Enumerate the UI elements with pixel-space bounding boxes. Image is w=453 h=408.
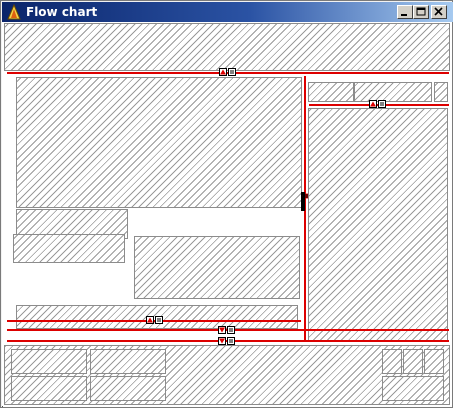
grip-icon xyxy=(378,100,386,108)
bottom-left-box-2[interactable] xyxy=(90,349,166,374)
minimize-button[interactable] xyxy=(397,5,413,19)
arrow-up-icon xyxy=(219,68,227,76)
top-splitter-handle[interactable] xyxy=(219,68,237,77)
grip-icon xyxy=(155,316,163,324)
bottom-right-box-1[interactable] xyxy=(382,349,402,374)
close-icon xyxy=(434,7,443,16)
right-tool-panel-3[interactable] xyxy=(434,82,448,102)
right-tool-panel-2[interactable] xyxy=(354,82,432,102)
grip-icon xyxy=(303,192,309,211)
bottom-left-box-4[interactable] xyxy=(90,376,166,401)
right-tool-panel-1[interactable] xyxy=(308,82,354,102)
center-panel[interactable] xyxy=(134,236,300,299)
close-button[interactable] xyxy=(431,5,447,19)
workspace xyxy=(3,22,452,407)
bottom-right-box-2[interactable] xyxy=(403,349,423,374)
grip-icon xyxy=(227,326,235,334)
arrow-down-icon xyxy=(218,337,226,345)
bottom-left-box-3[interactable] xyxy=(11,376,87,401)
window-title: Flow chart xyxy=(26,5,98,19)
bottom-right-box-3[interactable] xyxy=(424,349,444,374)
arrow-up-icon xyxy=(146,316,154,324)
bottom-left-box-1[interactable] xyxy=(11,349,87,374)
lower-left-splitter-handle[interactable] xyxy=(146,316,164,325)
app-window: Flow chart xyxy=(0,0,453,408)
arrow-up-icon xyxy=(369,100,377,108)
minimize-icon xyxy=(401,14,407,16)
main-canvas-panel[interactable] xyxy=(16,77,302,208)
lower-splitter-handle-1[interactable] xyxy=(218,326,236,335)
maximize-icon xyxy=(416,7,426,16)
top-panel[interactable] xyxy=(4,23,450,71)
bottom-right-box-4[interactable] xyxy=(382,376,444,401)
grip-icon xyxy=(227,337,235,345)
maximize-button[interactable] xyxy=(413,5,429,19)
left-small-panel-2[interactable] xyxy=(13,234,125,263)
right-properties-panel[interactable] xyxy=(308,108,448,341)
title-bar[interactable]: Flow chart xyxy=(2,2,453,22)
grip-icon xyxy=(228,68,236,76)
arrow-down-icon xyxy=(218,326,226,334)
app-flame-icon xyxy=(6,3,22,20)
